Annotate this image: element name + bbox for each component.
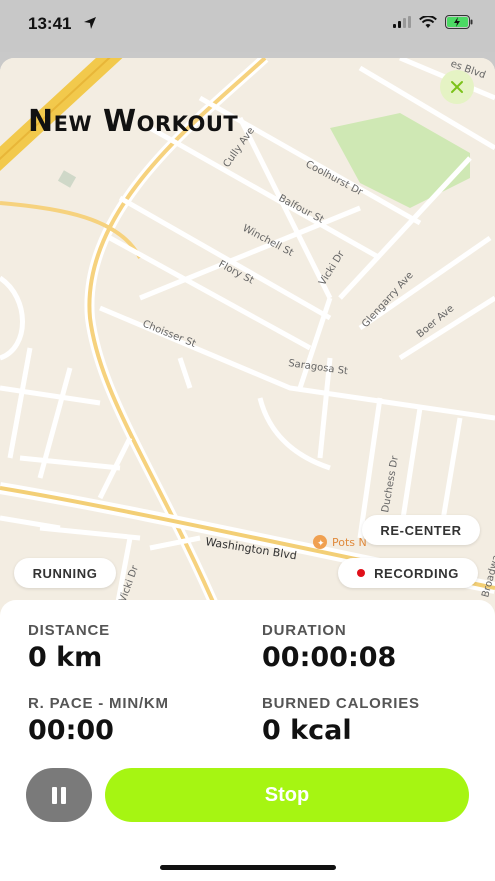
duration-label: DURATION [262, 622, 347, 639]
recording-dot-icon [357, 569, 366, 577]
pace-stat: R. PACE - MIN/KM 00:00 [28, 695, 169, 746]
page-title: New Workout [28, 104, 239, 139]
poi-label[interactable]: Pots N [332, 536, 367, 549]
stop-button[interactable]: Stop [105, 768, 469, 822]
recording-badge: RECORDING [338, 558, 478, 588]
home-indicator[interactable] [160, 865, 336, 870]
status-time: 13:41 [28, 14, 72, 33]
svg-text:✦: ✦ [317, 539, 325, 549]
battery-charging-icon [445, 15, 473, 29]
close-icon [451, 81, 463, 93]
recording-label: RECORDING [374, 565, 459, 581]
wifi-icon [419, 15, 437, 28]
calories-stat: BURNED CALORIES 0 kcal [262, 695, 420, 746]
location-arrow-icon [84, 17, 96, 29]
pace-value: 00:00 [28, 715, 114, 746]
distance-label: DISTANCE [28, 622, 110, 639]
calories-value: 0 kcal [262, 715, 352, 746]
distance-value: 0 km [28, 642, 103, 673]
pause-icon-bar [61, 786, 66, 804]
recenter-button[interactable]: RE-CENTER [362, 515, 480, 545]
status-indicators [393, 15, 473, 29]
recenter-label: RE-CENTER [380, 522, 462, 538]
duration-stat: DURATION 00:00:08 [262, 622, 396, 673]
distance-stat: DISTANCE 0 km [28, 622, 110, 673]
pace-label: R. PACE - MIN/KM [28, 695, 169, 712]
workout-sheet: Cully Ave Coolhurst Dr Balfour St Winche… [0, 58, 495, 881]
close-button[interactable] [440, 70, 474, 104]
pause-button[interactable] [26, 768, 92, 822]
stop-label: Stop [264, 783, 310, 806]
activity-type-button[interactable]: RUNNING [14, 558, 116, 588]
status-bar: 13:41 [0, 0, 495, 52]
stats-panel: DISTANCE 0 km DURATION 00:00:08 R. PACE … [0, 600, 495, 881]
calories-label: BURNED CALORIES [262, 695, 420, 712]
duration-value: 00:00:08 [262, 642, 397, 673]
activity-type-label: RUNNING [32, 565, 98, 581]
pause-icon [52, 786, 57, 804]
cellular-signal-icon [393, 16, 411, 28]
